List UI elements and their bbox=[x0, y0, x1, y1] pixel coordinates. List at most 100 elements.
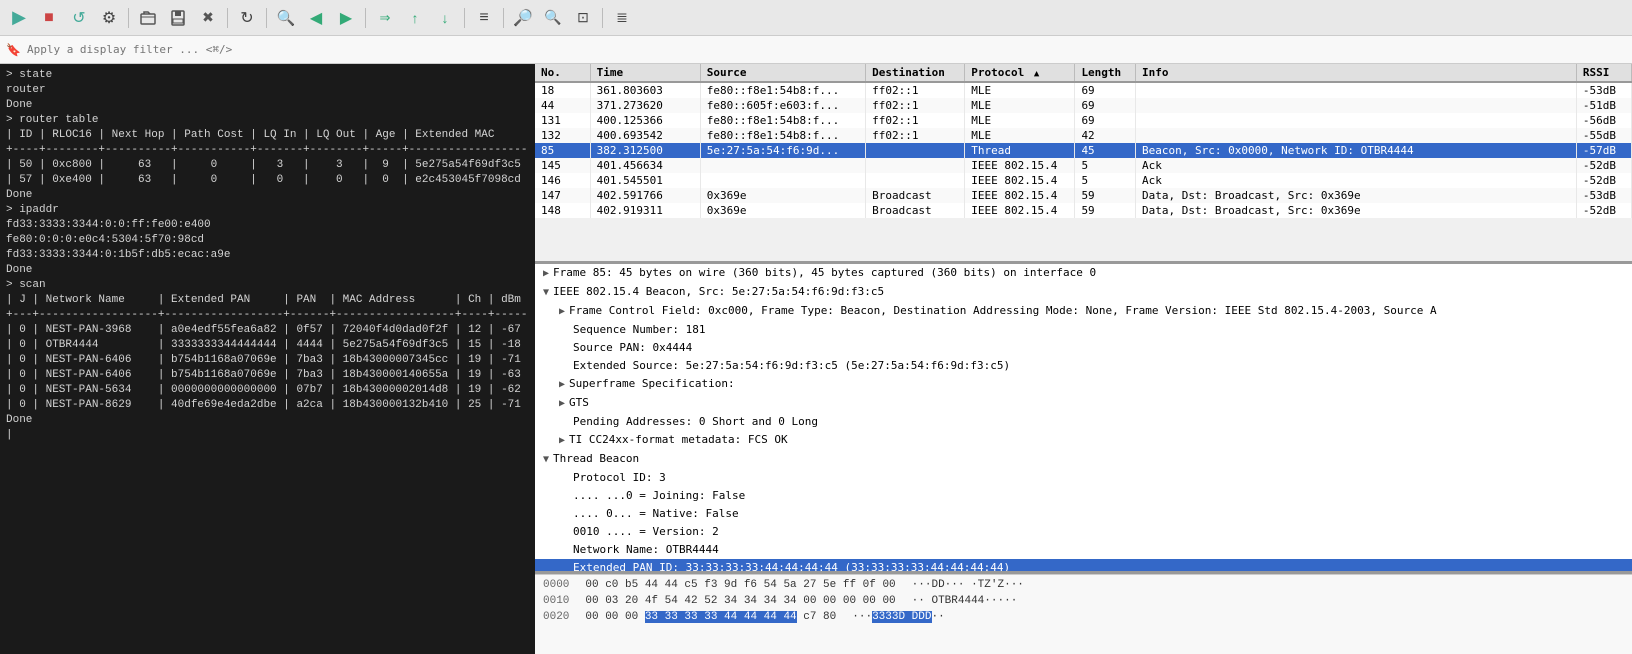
cell-destination: Broadcast bbox=[866, 188, 965, 203]
detail-item[interactable]: .... ...0 = Joining: False bbox=[535, 487, 1632, 505]
reload-button[interactable]: ↻ bbox=[234, 5, 260, 31]
cell-protocol: MLE bbox=[965, 128, 1075, 143]
cell-source: fe80::605f:e603:f... bbox=[700, 98, 865, 113]
detail-item[interactable]: ▶ Frame 85: 45 bytes on wire (360 bits),… bbox=[535, 264, 1632, 283]
cell-time: 382.312500 bbox=[590, 143, 700, 158]
tree-toggle-icon[interactable]: ▶ bbox=[543, 266, 549, 282]
table-row[interactable]: 131400.125366fe80::f8e1:54b8:f...ff02::1… bbox=[535, 113, 1632, 128]
detail-item[interactable]: ▼ Thread Beacon bbox=[535, 450, 1632, 469]
detail-item-text: Pending Addresses: 0 Short and 0 Long bbox=[573, 414, 818, 430]
detail-item-text: Sequence Number: 181 bbox=[573, 322, 705, 338]
find-packet-button[interactable]: 🔍 bbox=[273, 5, 299, 31]
go-back-button[interactable]: ◀ bbox=[303, 5, 329, 31]
cell-destination bbox=[866, 158, 965, 173]
detail-item[interactable]: ▼ IEEE 802.15.4 Beacon, Src: 5e:27:5a:54… bbox=[535, 283, 1632, 302]
start-capture-button[interactable]: ▶ bbox=[6, 5, 32, 31]
capture-options-button[interactable]: ⚙ bbox=[96, 5, 122, 31]
cell-protocol: MLE bbox=[965, 98, 1075, 113]
table-row[interactable]: 146401.545501IEEE 802.15.45Ack-52dB bbox=[535, 173, 1632, 188]
col-header-destination[interactable]: Destination bbox=[866, 64, 965, 82]
separator-4 bbox=[365, 8, 366, 28]
zoom-out-button[interactable]: 🔍 bbox=[540, 5, 566, 31]
terminal-panel: > state router Done > router table | ID … bbox=[0, 64, 535, 654]
detail-item[interactable]: ▶ GTS bbox=[535, 394, 1632, 413]
detail-item[interactable]: Extended PAN ID: 33:33:33:33:44:44:44:44… bbox=[535, 559, 1632, 574]
cell-info: Ack bbox=[1136, 173, 1577, 188]
display-filter-input[interactable] bbox=[27, 43, 1626, 56]
detail-item-text: Source PAN: 0x4444 bbox=[573, 340, 692, 356]
table-row[interactable]: 147402.5917660x369eBroadcastIEEE 802.15.… bbox=[535, 188, 1632, 203]
hex-offset: 0020 bbox=[543, 609, 569, 625]
jump-to-button[interactable]: ⇒ bbox=[372, 5, 398, 31]
stop-capture-button[interactable]: ■ bbox=[36, 5, 62, 31]
open-icon bbox=[139, 9, 157, 27]
protocol-sort-icon: ▲ bbox=[1034, 69, 1039, 79]
cell-source: fe80::f8e1:54b8:f... bbox=[700, 128, 865, 143]
zoom-reset-button[interactable]: ⊡ bbox=[570, 5, 596, 31]
col-header-rssi[interactable]: RSSI bbox=[1576, 64, 1631, 82]
detail-item[interactable]: ▶ Frame Control Field: 0xc000, Frame Typ… bbox=[535, 302, 1632, 321]
col-header-protocol[interactable]: Protocol ▲ bbox=[965, 64, 1075, 82]
restart-capture-button[interactable]: ↺ bbox=[66, 5, 92, 31]
table-row[interactable]: 148402.9193110x369eBroadcastIEEE 802.15.… bbox=[535, 203, 1632, 218]
col-header-info[interactable]: Info bbox=[1136, 64, 1577, 82]
cell-info bbox=[1136, 113, 1577, 128]
table-row[interactable]: 18361.803603fe80::f8e1:54b8:f...ff02::1M… bbox=[535, 82, 1632, 98]
col-header-source[interactable]: Source bbox=[700, 64, 865, 82]
zoom-in-button[interactable]: 🔎 bbox=[510, 5, 536, 31]
col-header-length[interactable]: Length bbox=[1075, 64, 1136, 82]
detail-item[interactable]: Pending Addresses: 0 Short and 0 Long bbox=[535, 413, 1632, 431]
col-header-time[interactable]: Time bbox=[590, 64, 700, 82]
detail-item[interactable]: Sequence Number: 181 bbox=[535, 321, 1632, 339]
detail-item[interactable]: 0010 .... = Version: 2 bbox=[535, 523, 1632, 541]
cell-source: fe80::f8e1:54b8:f... bbox=[700, 82, 865, 98]
detail-item[interactable]: Extended Source: 5e:27:5a:54:f6:9d:f3:c5… bbox=[535, 357, 1632, 375]
separator-6 bbox=[503, 8, 504, 28]
cell-protocol: MLE bbox=[965, 82, 1075, 98]
first-packet-button[interactable]: ↑ bbox=[402, 5, 428, 31]
detail-item-text: Frame 85: 45 bytes on wire (360 bits), 4… bbox=[553, 265, 1096, 281]
open-file-button[interactable] bbox=[135, 5, 161, 31]
detail-item[interactable]: Network Name: OTBR4444 bbox=[535, 541, 1632, 559]
close-file-button[interactable]: ✖ bbox=[195, 5, 221, 31]
last-packet-button[interactable]: ↓ bbox=[432, 5, 458, 31]
table-row[interactable]: 132400.693542fe80::f8e1:54b8:f...ff02::1… bbox=[535, 128, 1632, 143]
tree-toggle-icon[interactable]: ▼ bbox=[543, 452, 549, 468]
detail-item[interactable]: ▶ Superframe Specification: bbox=[535, 375, 1632, 394]
cell-rssi: -52dB bbox=[1576, 173, 1631, 188]
cell-no: 85 bbox=[535, 143, 590, 158]
cell-info: Data, Dst: Broadcast, Src: 0x369e bbox=[1136, 203, 1577, 218]
cell-source bbox=[700, 173, 865, 188]
table-row[interactable]: 85382.3125005e:27:5a:54:f6:9d...Thread45… bbox=[535, 143, 1632, 158]
column-prefs-button[interactable]: ≣ bbox=[609, 5, 635, 31]
cell-protocol: IEEE 802.15.4 bbox=[965, 203, 1075, 218]
cell-no: 18 bbox=[535, 82, 590, 98]
tree-toggle-icon[interactable]: ▶ bbox=[559, 377, 565, 393]
cell-protocol: IEEE 802.15.4 bbox=[965, 158, 1075, 173]
separator-7 bbox=[602, 8, 603, 28]
cell-info: Data, Dst: Broadcast, Src: 0x369e bbox=[1136, 188, 1577, 203]
cell-time: 401.545501 bbox=[590, 173, 700, 188]
tree-toggle-icon[interactable]: ▶ bbox=[559, 433, 565, 449]
detail-item-text: Thread Beacon bbox=[553, 451, 639, 467]
tree-toggle-icon[interactable]: ▶ bbox=[559, 304, 565, 320]
go-forward-button[interactable]: ▶ bbox=[333, 5, 359, 31]
cell-no: 145 bbox=[535, 158, 590, 173]
table-row[interactable]: 44371.273620fe80::605f:e603:f...ff02::1M… bbox=[535, 98, 1632, 113]
hex-bytes: 00 c0 b5 44 44 c5 f3 9d f6 54 5a 27 5e f… bbox=[585, 577, 895, 593]
save-file-button[interactable] bbox=[165, 5, 191, 31]
detail-item[interactable]: .... 0... = Native: False bbox=[535, 505, 1632, 523]
tree-toggle-icon[interactable]: ▶ bbox=[559, 396, 565, 412]
cell-source: 0x369e bbox=[700, 188, 865, 203]
cell-rssi: -52dB bbox=[1576, 158, 1631, 173]
tree-toggle-icon[interactable]: ▼ bbox=[543, 285, 549, 301]
cell-rssi: -56dB bbox=[1576, 113, 1631, 128]
detail-item[interactable]: Source PAN: 0x4444 bbox=[535, 339, 1632, 357]
cell-rssi: -53dB bbox=[1576, 188, 1631, 203]
detail-item[interactable]: ▶ TI CC24xx-format metadata: FCS OK bbox=[535, 431, 1632, 450]
col-header-no[interactable]: No. bbox=[535, 64, 590, 82]
detail-item[interactable]: Protocol ID: 3 bbox=[535, 469, 1632, 487]
table-row[interactable]: 145401.456634IEEE 802.15.45Ack-52dB bbox=[535, 158, 1632, 173]
cell-time: 402.919311 bbox=[590, 203, 700, 218]
colorize-button[interactable]: ≡ bbox=[471, 5, 497, 31]
